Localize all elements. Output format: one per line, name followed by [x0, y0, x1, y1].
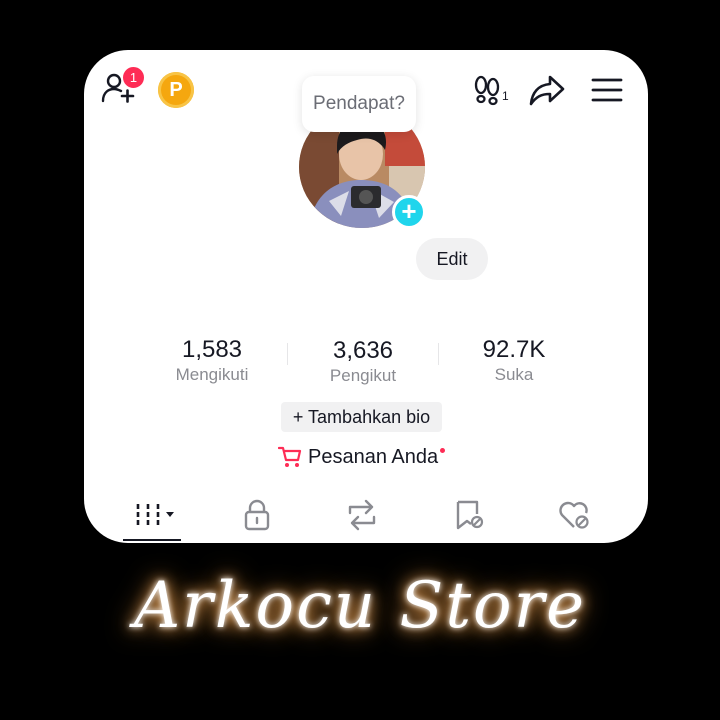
cart-icon: [278, 446, 302, 467]
add-bio-button[interactable]: + Tambahkan bio: [281, 402, 442, 432]
add-photo-button[interactable]: +: [392, 195, 426, 229]
liked-icon[interactable]: [556, 499, 592, 531]
lock-icon[interactable]: [242, 498, 272, 532]
stat-likes[interactable]: 92.7K Suka: [444, 336, 584, 386]
repost-icon[interactable]: [344, 499, 380, 531]
videos-grid-icon[interactable]: [134, 500, 180, 530]
edit-profile-button[interactable]: Edit: [416, 238, 488, 280]
stat-value: 3,636: [332, 337, 394, 364]
orders-label: Pesanan Anda: [308, 445, 439, 468]
footprint-count: 1: [502, 89, 509, 103]
your-orders-link[interactable]: Pesanan Anda: [278, 443, 446, 471]
divider: [438, 343, 439, 365]
notification-badge: 1: [122, 66, 145, 89]
stat-value: 1,583: [181, 336, 243, 363]
stat-label: Pengikut: [329, 366, 397, 385]
footprints-icon[interactable]: [472, 74, 504, 106]
stat-followers[interactable]: 3,636 Pengikut: [293, 337, 433, 387]
share-icon[interactable]: [528, 72, 566, 108]
menu-icon[interactable]: [590, 76, 624, 104]
store-logo-text: Arkocu Store: [133, 569, 587, 643]
coin-icon[interactable]: P: [158, 72, 194, 108]
favorites-icon[interactable]: [453, 498, 487, 532]
stat-label: Mengikuti: [175, 365, 249, 384]
divider: [287, 343, 288, 365]
active-tab-indicator: [123, 539, 181, 541]
notification-dot: [440, 447, 446, 453]
stat-label: Suka: [494, 365, 534, 384]
stat-following[interactable]: 1,583 Mengikuti: [142, 336, 282, 386]
stat-value: 92.7K: [482, 336, 546, 363]
opinion-bubble[interactable]: Pendapat?: [302, 76, 416, 132]
